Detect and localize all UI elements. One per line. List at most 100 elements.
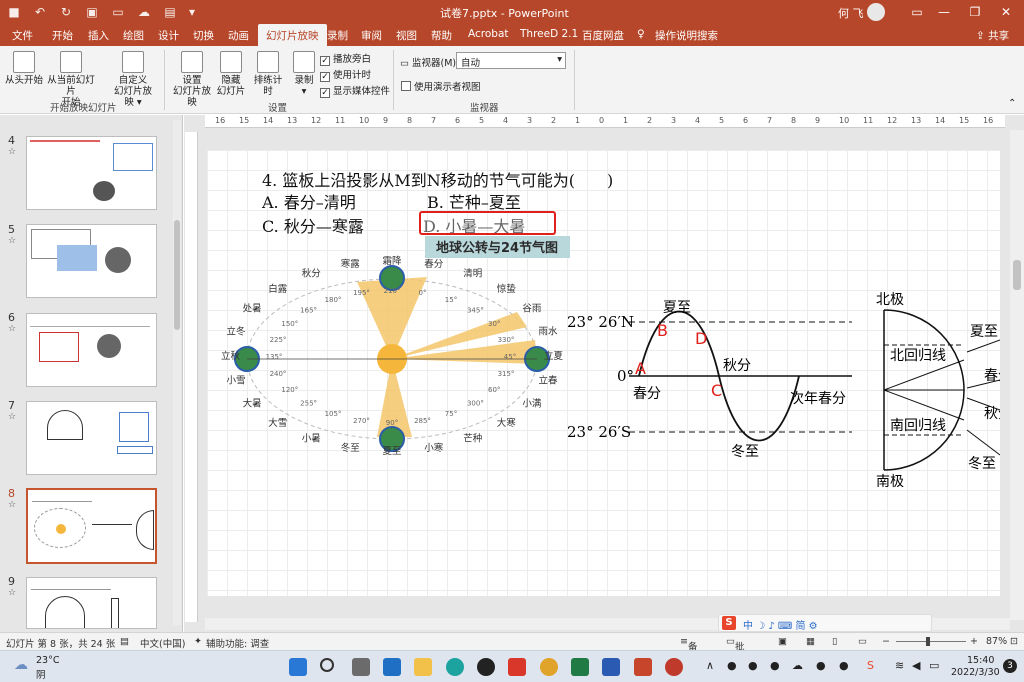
close-button[interactable]: ✕ [986,2,1024,22]
tab-record[interactable]: 录制 [327,28,348,43]
sogou-logo-icon[interactable]: S [722,616,736,630]
wifi-icon[interactable]: ≋ [895,659,904,672]
editor-vscrollbar[interactable] [1010,130,1024,620]
powerpoint-icon[interactable] [634,658,652,676]
narration-checkbox[interactable]: ✓ 播放旁白 [320,51,371,66]
tab-animations[interactable]: 动画 [228,28,249,43]
present-icon[interactable]: ▣ [84,4,100,20]
tray-app-icon[interactable]: ● [770,659,780,672]
zoom-in-icon[interactable]: + [970,636,978,647]
thumbnail-scrollbar[interactable] [173,120,181,625]
tab-acrobat[interactable]: Acrobat [468,28,509,40]
collapse-ribbon-icon[interactable]: ⌃ [1008,98,1016,109]
speaker-icon[interactable]: ◀ [912,659,920,672]
notes-button[interactable]: ≡ 备注 [680,636,697,667]
slideshow-icon[interactable]: ▭ [110,4,126,20]
zoom-thumb[interactable] [926,637,930,646]
office-icon[interactable] [508,658,526,676]
rehearse-button[interactable]: 排练计时 [250,51,286,97]
edge-icon[interactable] [446,658,464,676]
mail-icon[interactable] [383,658,401,676]
clock-date[interactable]: 2022/3/30 [951,667,1000,678]
tab-home[interactable]: 开始 [52,28,73,43]
tab-view[interactable]: 视图 [396,28,417,43]
search-icon[interactable] [320,658,334,672]
accessibility-icon[interactable]: ✦ [194,636,202,647]
temperature[interactable]: 23°C [36,655,59,666]
tab-slideshow[interactable]: 幻灯片放映 [258,24,327,46]
tab-help[interactable]: 帮助 [431,28,452,43]
slide-thumb-5[interactable] [26,224,157,298]
setup-show-button[interactable]: 设置 幻灯片放映 [170,51,214,108]
wechat-icon[interactable]: ● [727,659,737,672]
monitor-select[interactable]: 自动 ▾ [456,52,566,69]
cloud-icon[interactable]: ☁ [136,4,152,20]
slide-thumb-8[interactable] [26,488,157,564]
ime-tools[interactable]: 中 ☽ ♪ ⌨ 简 ⚙ [743,617,818,632]
media-checkbox[interactable]: ✓ 显示媒体控件 [320,83,390,98]
tab-design[interactable]: 设计 [158,28,179,43]
custom-show-button[interactable]: 自定义 幻灯片放映 ▾ [110,51,156,108]
accessibility-status[interactable]: 辅助功能: 调查 [206,636,269,650]
presenter-view-checkbox[interactable]: 使用演示者视图 [401,79,481,93]
tab-draw[interactable]: 绘图 [123,28,144,43]
avatar[interactable] [867,3,885,21]
tab-review[interactable]: 审阅 [361,28,382,43]
undo-icon[interactable]: ↶ [32,4,48,20]
clock-time[interactable]: 15:40 [967,655,994,666]
tell-me-search[interactable]: 操作说明搜索 [655,28,718,43]
sogou-tray-icon[interactable]: S [867,659,874,672]
battery-icon[interactable]: ▭ [929,659,939,672]
weather-desc[interactable]: 阴 [36,667,46,681]
excel-icon[interactable] [571,658,589,676]
tray-app-icon[interactable]: ● [816,659,826,672]
weather-icon[interactable]: ☁ [14,657,28,673]
slide-canvas[interactable]: 4. 篮板上沿投影从M到N移动的节气可能为( ) A. 春分–清明 B. 芒种–… [207,150,1000,596]
record-dropdown[interactable]: ▾ [302,86,307,97]
spellcheck-icon[interactable]: ▤ [120,636,129,647]
sorter-view-icon[interactable]: ▦ [806,636,815,647]
slide-thumb-4[interactable] [26,136,157,210]
tray-chevron-icon[interactable]: ∧ [706,659,714,672]
cloud-tray-icon[interactable]: ☁ [792,659,803,672]
scroll-thumb[interactable] [1013,260,1021,290]
word-icon[interactable] [602,658,620,676]
user-name[interactable]: 何 飞 [838,5,864,21]
slide-thumb-7[interactable] [26,401,157,475]
timing-checkbox[interactable]: ✓ 使用计时 [320,67,371,82]
tab-threed[interactable]: ThreeD 2.1 [520,28,578,40]
slide-thumb-6[interactable] [26,313,157,387]
tab-baidu[interactable]: 百度网盘 [582,28,624,43]
reading-view-icon[interactable]: ▯ [832,636,837,647]
qq-icon[interactable] [477,658,495,676]
qq-tray-icon[interactable]: ● [748,659,758,672]
fit-slide-icon[interactable]: ⊡ [1010,636,1018,647]
explorer-icon[interactable] [414,658,432,676]
zoom-slider[interactable] [896,641,966,642]
notification-badge[interactable]: 3 [1003,659,1017,673]
slideshow-view-icon[interactable]: ▭ [858,636,867,647]
from-start-button[interactable]: 从头开始 [4,51,44,86]
normal-view-icon[interactable]: ▣ [778,636,787,647]
format-icon[interactable]: ▤ [162,4,178,20]
redo-icon[interactable]: ↻ [58,4,74,20]
zoom-level[interactable]: 87% [986,636,1007,647]
customize-icon[interactable]: ▾ [184,4,200,20]
tab-insert[interactable]: 插入 [88,28,109,43]
hide-slide-button[interactable]: 隐藏 幻灯片 [216,51,246,97]
tab-transitions[interactable]: 切换 [193,28,214,43]
app-icon[interactable] [665,658,683,676]
save-icon[interactable]: ■ [6,4,22,20]
record-button[interactable]: 录制 ▾ [290,51,318,97]
language[interactable]: 中文(中国) [140,636,185,650]
scroll-thumb[interactable] [174,220,180,330]
comments-button[interactable]: ▭ 批注 [726,636,745,667]
share-button[interactable]: ⇪ 共享 [976,28,1009,43]
slide-thumb-9[interactable] [26,577,157,629]
tab-file[interactable]: 文件 [12,28,33,43]
tray-app-icon[interactable]: ● [839,659,849,672]
chrome-icon[interactable] [540,658,558,676]
zoom-out-icon[interactable]: − [882,636,890,647]
ime-toolbar[interactable]: S 中 ☽ ♪ ⌨ 简 ⚙ [718,614,932,632]
taskview-icon[interactable] [352,658,370,676]
